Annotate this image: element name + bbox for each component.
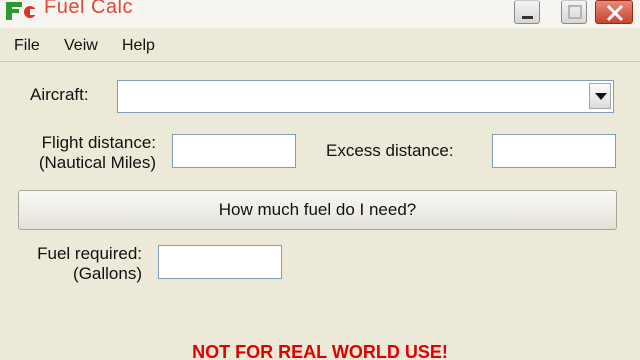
- minimize-icon: [522, 16, 533, 19]
- title-bar[interactable]: Fuel Calc: [0, 0, 640, 28]
- excess-distance-input[interactable]: [492, 134, 616, 168]
- minimize-button[interactable]: [514, 0, 540, 24]
- menu-separator: [0, 61, 640, 62]
- menu-file[interactable]: File: [14, 37, 40, 55]
- menu-view[interactable]: Veiw: [64, 37, 98, 55]
- maximize-button[interactable]: [561, 0, 587, 24]
- fuel-required-label: Fuel required: (Gallons): [20, 244, 142, 284]
- chevron-down-icon: [595, 93, 607, 100]
- flight-distance-label: Flight distance: (Nautical Miles): [16, 133, 156, 173]
- flight-distance-label-line1: Flight distance:: [41, 133, 156, 152]
- menu-help[interactable]: Help: [122, 37, 155, 55]
- flight-distance-label-line2: (Nautical Miles): [38, 153, 156, 172]
- fuel-calc-window: Fuel Calc File Veiw Help Aircraft: Fligh…: [0, 0, 640, 360]
- aircraft-select[interactable]: [117, 80, 614, 113]
- aircraft-label: Aircraft:: [30, 85, 89, 104]
- fuel-required-label-line2: (Gallons): [73, 264, 142, 283]
- excess-distance-label: Excess distance:: [326, 141, 454, 160]
- fuel-required-label-line1: Fuel required:: [37, 244, 142, 263]
- window-title: Fuel Calc: [44, 0, 133, 18]
- maximize-icon: [568, 5, 582, 19]
- warning-text: NOT FOR REAL WORLD USE!: [192, 342, 448, 360]
- close-button[interactable]: [595, 0, 633, 24]
- fuel-calc-app-icon: [6, 2, 38, 20]
- fuel-required-output: [158, 245, 282, 279]
- calculate-fuel-button[interactable]: How much fuel do I need?: [18, 190, 617, 230]
- close-icon: [606, 4, 624, 22]
- menu-bar: File Veiw Help: [0, 33, 640, 59]
- flight-distance-input[interactable]: [172, 134, 296, 168]
- aircraft-dropdown-button[interactable]: [589, 83, 611, 109]
